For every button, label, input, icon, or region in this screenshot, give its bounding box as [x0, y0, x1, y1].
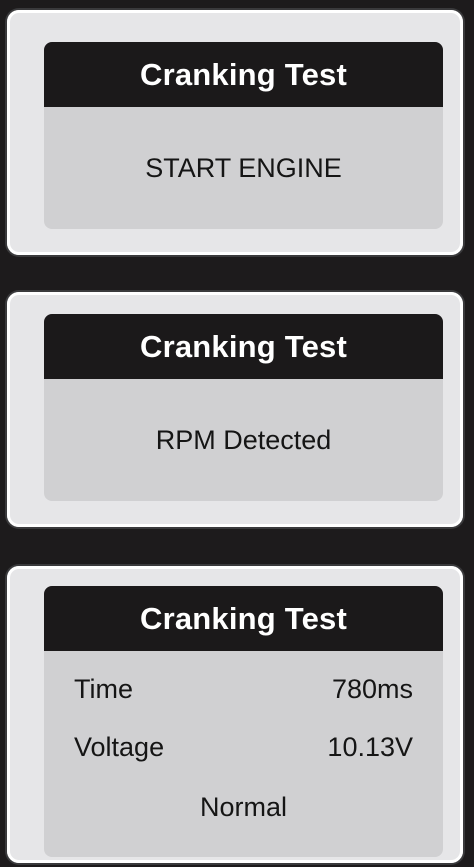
display-screen: Cranking Test Time 780ms Voltage 10.13V …: [44, 586, 443, 857]
result-row-voltage: Voltage 10.13V: [74, 727, 413, 767]
time-value: 780ms: [331, 674, 413, 704]
display-screen: Cranking Test RPM Detected: [44, 314, 443, 501]
voltage-label: Voltage: [74, 732, 165, 762]
panel-test-results: Cranking Test Time 780ms Voltage 10.13V …: [7, 566, 463, 863]
results-table: Time 780ms Voltage 10.13V Normal: [44, 651, 443, 857]
panel-rpm-detected: Cranking Test RPM Detected: [7, 292, 463, 527]
screen-title: Cranking Test: [44, 314, 443, 379]
status-message: START ENGINE: [145, 153, 342, 183]
result-row-time: Time 780ms: [74, 669, 413, 709]
status-message: RPM Detected: [155, 425, 332, 455]
screen-title: Cranking Test: [44, 42, 443, 107]
display-screen: Cranking Test START ENGINE: [44, 42, 443, 229]
time-label: Time: [74, 674, 133, 704]
voltage-value: 10.13V: [327, 732, 413, 762]
panel-start-engine: Cranking Test START ENGINE: [7, 10, 463, 255]
cranking-test-screen: { "panels": [ { "title": "Cranking Test"…: [0, 0, 474, 867]
screen-title: Cranking Test: [44, 586, 443, 651]
result-status: Normal: [199, 792, 287, 822]
